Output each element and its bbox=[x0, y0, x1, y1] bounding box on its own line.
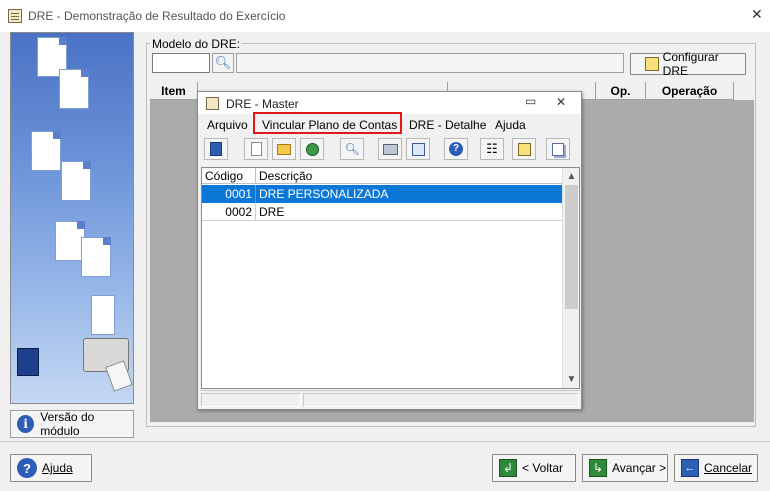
help-label: Ajuda bbox=[42, 461, 73, 475]
configure-dre-label: Configurar DRE bbox=[662, 50, 719, 78]
window-title: DRE - Demonstração de Resultado do Exerc… bbox=[28, 9, 286, 23]
grid-col-op[interactable]: Op. bbox=[596, 82, 646, 100]
module-version-label: Versão do módulo bbox=[40, 410, 95, 438]
menu-vincular-plano-de-contas[interactable]: Vincular Plano de Contas bbox=[260, 116, 399, 134]
scroll-thumb[interactable] bbox=[565, 185, 578, 309]
next-arrow-icon: ↳ bbox=[589, 459, 607, 477]
dre-master-titlebar: DRE - Master ▭ ✕ bbox=[198, 92, 581, 114]
toolbar: 🔍︎ ? ☷ bbox=[202, 136, 578, 164]
refresh-button[interactable] bbox=[300, 138, 324, 160]
open-button[interactable] bbox=[272, 138, 296, 160]
tree-icon: ☷ bbox=[486, 141, 498, 156]
row-description: DRE PERSONALIZADA bbox=[259, 187, 389, 201]
cancel-button[interactable]: ← Cancelar bbox=[674, 454, 758, 482]
window-close-button[interactable]: ✕ bbox=[751, 6, 763, 23]
dre-master-window: DRE - Master ▭ ✕ Arquivo Vincular Plano … bbox=[197, 91, 582, 410]
configure-dre-button[interactable]: Configurar DRE bbox=[630, 50, 746, 78]
print-button[interactable] bbox=[378, 138, 402, 160]
preview-icon bbox=[411, 142, 425, 156]
next-button[interactable]: ↳ Avançar > bbox=[582, 454, 668, 482]
tools-icon bbox=[17, 348, 39, 376]
row-description: DRE bbox=[259, 205, 285, 219]
info-icon: i bbox=[17, 415, 35, 433]
model-description-field bbox=[236, 53, 624, 73]
list-row[interactable]: 0002 DRE bbox=[202, 203, 562, 221]
document-graphic bbox=[31, 131, 61, 171]
grid-col-item[interactable]: Item bbox=[150, 82, 198, 100]
sidebar-banner-image bbox=[10, 32, 134, 404]
dre-master-title: DRE - Master bbox=[226, 97, 299, 111]
menu-ajuda[interactable]: Ajuda bbox=[493, 116, 528, 134]
menu-arquivo[interactable]: Arquivo bbox=[205, 116, 250, 134]
list-col-code[interactable]: Código bbox=[202, 168, 256, 184]
back-arrow-icon: ↲ bbox=[499, 459, 517, 477]
menu-dre-detalhe[interactable]: DRE - Detalhe bbox=[407, 116, 488, 134]
help-button[interactable]: ? Ajuda bbox=[10, 454, 92, 482]
app-icon bbox=[8, 9, 22, 23]
dre-model-legend: Modelo do DRE: bbox=[150, 37, 243, 51]
minimize-button[interactable]: ▭ bbox=[525, 94, 536, 108]
scroll-up-icon[interactable]: ▲ bbox=[563, 168, 580, 185]
help-button[interactable]: ? bbox=[444, 138, 468, 160]
next-label: Avançar > bbox=[612, 461, 667, 475]
copy-button[interactable] bbox=[546, 138, 570, 160]
scroll-down-icon[interactable]: ▼ bbox=[563, 371, 580, 388]
search-icon: 🔍︎ bbox=[344, 142, 360, 156]
back-button[interactable]: ↲ < Voltar bbox=[492, 454, 576, 482]
cancel-label: Cancelar bbox=[704, 461, 753, 475]
exit-icon: ← bbox=[681, 459, 699, 477]
edit-icon bbox=[517, 142, 531, 156]
edit-button[interactable] bbox=[512, 138, 536, 160]
model-search-button[interactable]: 🔍︎ bbox=[212, 53, 234, 73]
edit-document-icon bbox=[645, 57, 659, 71]
list-col-description[interactable]: Descrição bbox=[256, 168, 562, 184]
module-version-button[interactable]: i Versão do módulo bbox=[10, 410, 134, 438]
status-panel bbox=[303, 393, 579, 407]
search-button[interactable]: 🔍︎ bbox=[340, 138, 364, 160]
preview-button[interactable] bbox=[406, 138, 430, 160]
document-graphic bbox=[59, 69, 89, 109]
copy-icon bbox=[552, 142, 564, 156]
document-graphic bbox=[61, 161, 91, 201]
dre-list[interactable]: Código Descrição 0001 DRE PERSONALIZADA … bbox=[201, 167, 580, 389]
new-button[interactable] bbox=[244, 138, 268, 160]
help-icon: ? bbox=[449, 142, 463, 156]
exit-icon bbox=[210, 142, 222, 156]
footer-divider bbox=[0, 441, 770, 442]
magnifier-icon: 🔍︎ bbox=[214, 55, 232, 70]
window-icon bbox=[206, 97, 219, 110]
model-code-input[interactable] bbox=[152, 53, 210, 73]
list-header: Código Descrição bbox=[202, 168, 562, 184]
tree-button[interactable]: ☷ bbox=[480, 138, 504, 160]
refresh-icon bbox=[305, 142, 319, 156]
printer-paper-graphic bbox=[91, 295, 115, 335]
close-button[interactable]: ✕ bbox=[556, 95, 566, 109]
new-icon bbox=[250, 142, 262, 156]
exit-button[interactable] bbox=[204, 138, 228, 160]
status-panel bbox=[201, 393, 301, 407]
window-titlebar: DRE - Demonstração de Resultado do Exerc… bbox=[0, 0, 770, 32]
vertical-scrollbar[interactable]: ▲ ▼ bbox=[562, 168, 579, 388]
help-icon: ? bbox=[17, 458, 37, 478]
open-folder-icon bbox=[277, 143, 291, 155]
back-label: < Voltar bbox=[522, 461, 564, 475]
status-bar bbox=[201, 390, 580, 408]
row-code: 0002 bbox=[202, 203, 256, 221]
print-icon bbox=[382, 143, 398, 155]
grid-col-operation[interactable]: Operação bbox=[646, 82, 734, 100]
document-graphic bbox=[81, 237, 111, 277]
row-code: 0001 bbox=[202, 185, 256, 203]
list-row[interactable]: 0001 DRE PERSONALIZADA bbox=[202, 185, 562, 203]
